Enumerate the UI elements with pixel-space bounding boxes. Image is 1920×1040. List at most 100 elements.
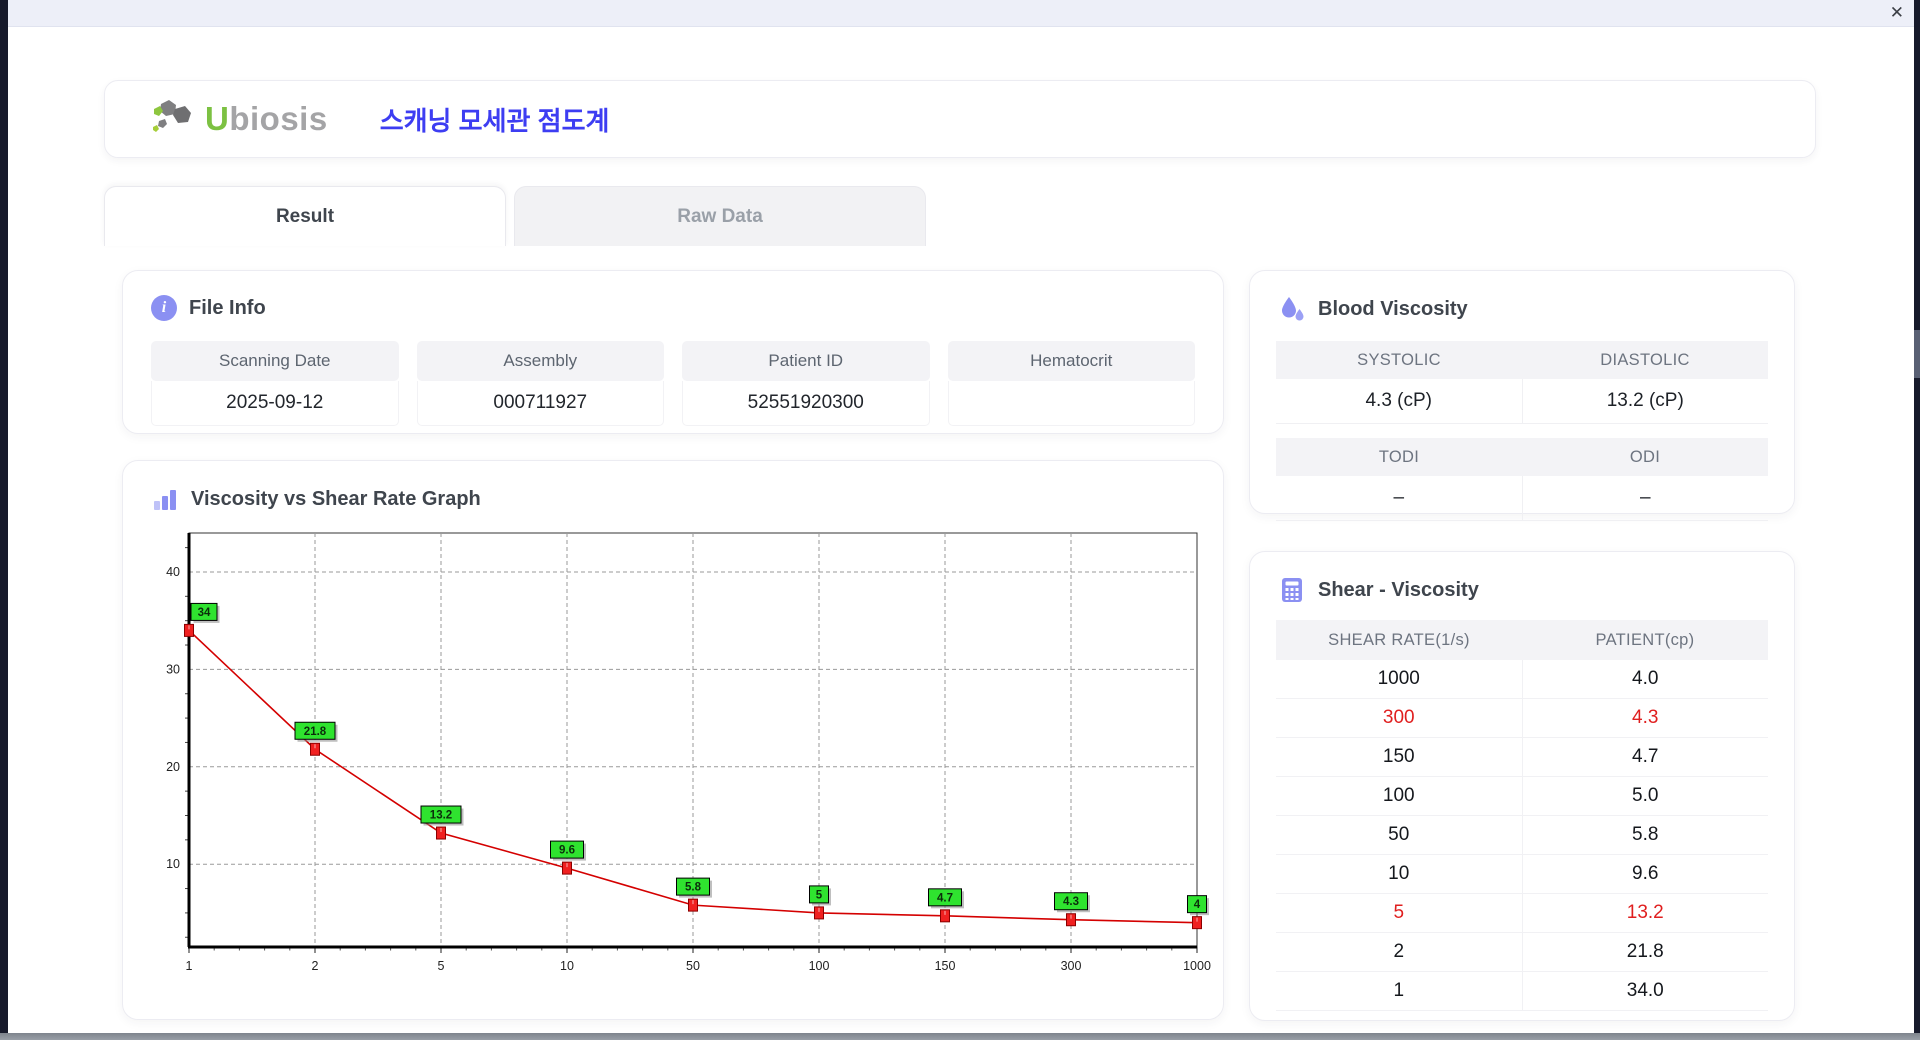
svg-text:4: 4 <box>1194 899 1201 911</box>
sv-cell-shear: 5 <box>1393 902 1405 923</box>
table-row: 5 13.2 <box>1276 894 1768 933</box>
bottom-edge-strip <box>0 1033 1920 1040</box>
file-info-title-row: i File Info <box>123 271 1223 321</box>
ubiosis-logo-text: Ubiosis <box>205 100 328 138</box>
blood-viscosity-title: Blood Viscosity <box>1318 297 1468 320</box>
svg-text:100: 100 <box>809 959 830 973</box>
shear-viscosity-panel: Shear - Viscosity SHEAR RATE(1/s) PATIEN… <box>1249 551 1795 1021</box>
viscosity-graph-panel: Viscosity vs Shear Rate Graph 10 20 30 40 1 2… <box>122 460 1224 1020</box>
sv-cell-patient: 21.8 <box>1521 933 1769 971</box>
field-patient-id: Patient ID 52551920300 <box>682 341 930 426</box>
svg-text:1: 1 <box>186 959 193 973</box>
table-row: 1000 4.0 <box>1276 660 1768 699</box>
field-value: 52551920300 <box>682 381 930 426</box>
graph-title: Viscosity vs Shear Rate Graph <box>191 487 481 510</box>
bv-header-odi: ODI <box>1629 447 1661 466</box>
svg-text:13.2: 13.2 <box>430 810 452 822</box>
table-row: 2 21.8 <box>1276 933 1768 972</box>
field-value <box>947 381 1195 426</box>
sv-col-shear-rate: SHEAR RATE(1/s) <box>1328 630 1470 649</box>
svg-text:34: 34 <box>198 607 211 619</box>
bv-header-row: TODI ODI <box>1276 438 1768 476</box>
field-label: Hematocrit <box>947 341 1195 381</box>
scrollbar-thumb[interactable] <box>1914 330 1920 378</box>
svg-text:4.3: 4.3 <box>1063 896 1079 908</box>
shear-viscosity-title: Shear - Viscosity <box>1318 578 1479 601</box>
blood-viscosity-table: SYSTOLIC DIASTOLIC 4.3 (cP) 13.2 (cP) TO… <box>1276 341 1768 521</box>
table-row: 10 9.6 <box>1276 855 1768 894</box>
field-hematocrit: Hematocrit <box>947 341 1195 426</box>
sv-cell-shear: 1000 <box>1377 668 1420 689</box>
shear-viscosity-table: SHEAR RATE(1/s) PATIENT(cp) 1000 4.0 300… <box>1276 620 1768 1011</box>
svg-text:10: 10 <box>560 959 574 973</box>
bv-value-odi: – <box>1521 476 1769 520</box>
window-title-bar <box>0 0 1920 27</box>
svg-text:9.6: 9.6 <box>559 845 575 857</box>
sv-cell-shear: 50 <box>1388 824 1410 845</box>
sv-cell-shear: 300 <box>1382 707 1415 728</box>
tab-result[interactable]: Result <box>104 186 506 246</box>
app-title-korean: 스캐닝 모세관 점도계 <box>379 105 610 136</box>
logo-letter-u: U <box>205 100 230 137</box>
sv-cell-shear: 10 <box>1388 863 1410 884</box>
svg-text:21.8: 21.8 <box>304 726 327 738</box>
field-label: Patient ID <box>682 341 930 381</box>
bv-value-systolic: 4.3 (cP) <box>1365 390 1433 411</box>
sv-header-row: SHEAR RATE(1/s) PATIENT(cp) <box>1276 620 1768 660</box>
graph-title-row: Viscosity vs Shear Rate Graph <box>123 461 1223 513</box>
svg-text:40: 40 <box>166 565 180 579</box>
ubiosis-logo: Ubiosis <box>151 97 328 141</box>
blood-viscosity-title-row: Blood Viscosity <box>1250 271 1794 323</box>
close-icon[interactable]: ✕ <box>1890 2 1904 24</box>
bv-value-row: 4.3 (cP) 13.2 (cP) <box>1276 379 1768 424</box>
shear-viscosity-title-row: Shear - Viscosity <box>1250 552 1794 604</box>
sv-cell-shear: 100 <box>1382 785 1415 806</box>
svg-text:150: 150 <box>935 959 956 973</box>
svg-text:30: 30 <box>166 662 180 676</box>
bv-header-todi: TODI <box>1378 447 1420 466</box>
bv-header-diastolic: DIASTOLIC <box>1600 350 1690 369</box>
viscosity-shear-chart: 10 20 30 40 1 2 5 10 50 100 150 300 1000 34 21.8 13.2 9.… <box>151 519 1213 1011</box>
file-info-panel: i File Info Scanning Date 2025-09-12 Ass… <box>122 270 1224 434</box>
bv-header-row: SYSTOLIC DIASTOLIC <box>1276 341 1768 379</box>
bv-value-todi: – <box>1393 487 1405 508</box>
sv-cell-patient: 4.3 <box>1521 699 1769 737</box>
right-edge-strip <box>1914 0 1920 1040</box>
table-calculator-icon <box>1282 578 1302 602</box>
field-label: Scanning Date <box>151 341 399 381</box>
chart-svg: 10 20 30 40 1 2 5 10 50 100 150 300 1000 34 21.8 13.2 9.… <box>166 532 1211 973</box>
file-info-title: File Info <box>189 296 266 319</box>
bv-value-diastolic: 13.2 (cP) <box>1521 379 1769 423</box>
sv-cell-patient: 34.0 <box>1521 972 1769 1010</box>
table-row: 150 4.7 <box>1276 738 1768 777</box>
svg-text:5.8: 5.8 <box>685 882 702 894</box>
field-value: 000711927 <box>416 381 664 426</box>
sv-cell-patient: 5.0 <box>1521 777 1769 815</box>
sv-cell-patient: 4.0 <box>1521 660 1769 698</box>
field-value: 2025-09-12 <box>151 381 399 426</box>
svg-text:10: 10 <box>166 857 180 871</box>
sv-cell-patient: 13.2 <box>1521 894 1769 932</box>
field-label: Assembly <box>416 341 664 381</box>
sv-col-patient: PATIENT(cp) <box>1595 630 1695 649</box>
field-assembly: Assembly 000711927 <box>416 341 664 426</box>
sv-cell-patient: 5.8 <box>1521 816 1769 854</box>
svg-text:20: 20 <box>166 760 180 774</box>
bv-value-row: – – <box>1276 476 1768 521</box>
table-row: 300 4.3 <box>1276 699 1768 738</box>
sv-cell-shear: 1 <box>1393 980 1405 1001</box>
droplets-icon <box>1282 297 1304 321</box>
bar-chart-icon <box>154 490 176 510</box>
blood-viscosity-panel: Blood Viscosity SYSTOLIC DIASTOLIC 4.3 (… <box>1249 270 1795 521</box>
sv-cell-shear: 150 <box>1382 746 1415 767</box>
svg-text:50: 50 <box>686 959 700 973</box>
ubiosis-logo-icon <box>153 100 191 132</box>
table-row: 50 5.8 <box>1276 816 1768 855</box>
svg-text:300: 300 <box>1061 959 1082 973</box>
table-row: 100 5.0 <box>1276 777 1768 816</box>
svg-text:5: 5 <box>816 889 823 901</box>
svg-text:4.7: 4.7 <box>937 892 953 904</box>
tab-raw-data[interactable]: Raw Data <box>514 186 926 246</box>
left-edge-strip <box>0 0 8 1040</box>
svg-text:2: 2 <box>312 959 319 973</box>
